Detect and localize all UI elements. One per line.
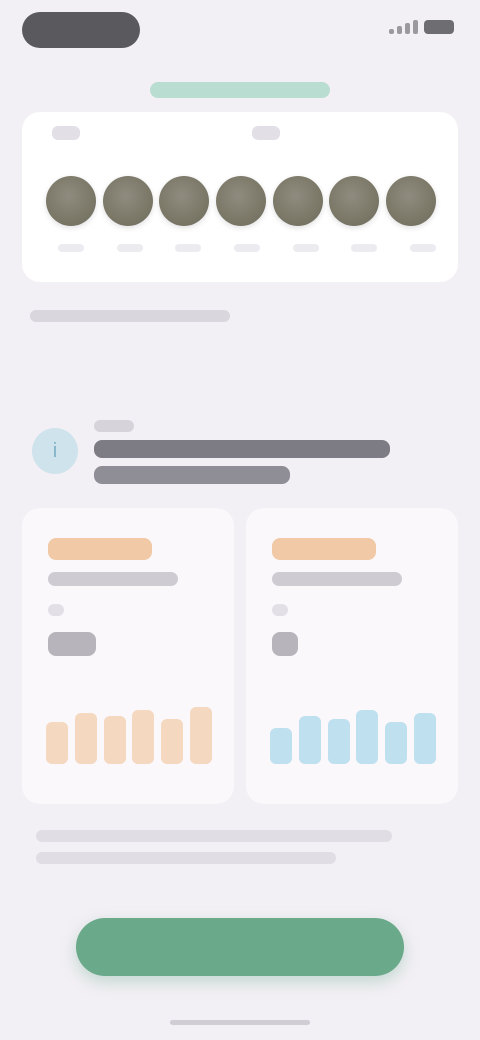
day-photo-4[interactable] [215,176,266,226]
header-link[interactable] [150,82,330,98]
metric-card-right[interactable] [246,508,458,804]
section-title-line-2 [94,466,290,484]
status-bar [0,0,480,64]
metric-subtitle [272,572,402,586]
day-photo-7[interactable] [385,176,436,226]
signal-icon [389,20,418,34]
day-photo-2[interactable] [102,176,153,226]
calendar-days [46,176,436,226]
info-circle-icon: i [32,428,78,474]
week-calendar-card [22,112,458,282]
section-title [94,440,390,458]
metric-bar [74,713,97,764]
metric-bars [46,704,212,764]
metric-bar [103,716,126,764]
section-kicker [94,420,134,432]
metric-bar [270,728,292,764]
metric-value [272,632,298,656]
metric-bar [189,707,212,764]
metric-card-left[interactable] [22,508,234,804]
metric-bars [270,704,436,764]
section-header: i [32,420,432,490]
metric-unit [48,604,64,616]
metric-bar [132,710,155,764]
metric-bar [46,722,68,764]
footnote-line-2 [36,852,336,864]
metric-bar [161,719,184,764]
footnote [36,830,392,842]
metric-bar [413,713,436,764]
calendar-label-mid [252,126,280,140]
calendar-caption [30,310,230,322]
time-pill [22,12,140,48]
day-photo-3[interactable] [159,176,210,226]
metric-bar [298,716,321,764]
day-photo-6[interactable] [329,176,380,226]
metric-tag [48,538,152,560]
battery-icon [424,20,454,34]
day-photo-5[interactable] [272,176,323,226]
calendar-day-labels [46,244,436,252]
metric-subtitle [48,572,178,586]
day-photo-1[interactable] [46,176,96,226]
metric-bar [327,719,350,764]
metric-bar [385,722,408,764]
metric-tag [272,538,376,560]
metric-bar [356,710,379,764]
home-indicator[interactable] [170,1020,310,1025]
primary-cta-button[interactable] [76,918,404,976]
metric-value [48,632,96,656]
metric-unit [272,604,288,616]
calendar-label-start [52,126,80,140]
status-indicators [389,20,454,34]
